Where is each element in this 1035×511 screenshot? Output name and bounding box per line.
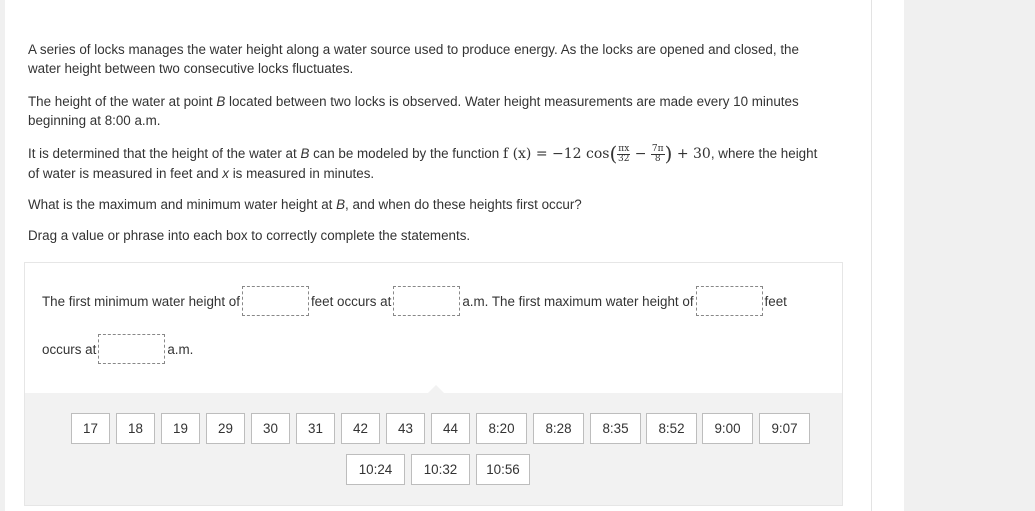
frac-num: πx [617,143,631,155]
tile-19[interactable]: 19 [161,413,200,444]
text: , and when do these heights first occur? [345,197,582,212]
question-stem: A series of locks manages the water heig… [28,40,828,259]
paragraph-question: What is the maximum and minimum water he… [28,195,828,214]
bank-pointer [427,385,445,394]
text: It is determined that the height of the … [28,146,301,161]
variable-b: B [336,197,346,212]
drop-zone-min-height[interactable] [241,286,309,316]
tile-8-28[interactable]: 8:28 [533,413,584,444]
fraction-7pi-over-8: 7π 8 [650,143,665,164]
function-formula: f (x) = −12 cos(πx 32 − 7π 8) + 30 [502,141,711,166]
minus-sign: − [634,146,647,162]
variable-x: x [222,166,229,181]
paragraph-point-b: The height of the water at point B locat… [28,92,828,130]
frac-den: 8 [654,153,661,164]
tile-29[interactable]: 29 [206,413,245,444]
text: can be modeled by the function [309,146,503,161]
text: What is the maximum and minimum water he… [28,197,337,212]
statement-text: feet [764,293,787,309]
drop-zone-max-time[interactable] [98,334,166,364]
text: The height of the water at point [28,94,217,109]
statement-text: The first minimum water height of [42,293,240,309]
tile-31[interactable]: 31 [296,413,335,444]
tile-8-35[interactable]: 8:35 [590,413,641,444]
drop-zone-max-height[interactable] [695,286,763,316]
text: is measured in minutes. [228,166,375,181]
tile-10-24[interactable]: 10:24 [346,454,405,485]
paragraph-function: It is determined that the height of the … [28,144,828,183]
statement-text: occurs at [42,341,97,357]
tile-10-32[interactable]: 10:32 [411,454,470,485]
tile-9-07[interactable]: 9:07 [759,413,810,444]
instruction-text: Drag a value or phrase into each box to … [28,228,471,243]
tile-8-20[interactable]: 8:20 [476,413,527,444]
tile-8-52[interactable]: 8:52 [646,413,697,444]
right-gutter [871,0,905,511]
statement-line-1: The first minimum water height of feet o… [42,284,787,318]
statement-text: feet occurs at [310,293,392,309]
tile-43[interactable]: 43 [386,413,425,444]
tile-18[interactable]: 18 [116,413,155,444]
fraction-pi-x-over-32: πx 32 [617,143,631,164]
formula-rhs: + 30 [676,146,711,162]
statement-text: a.m. [167,341,194,357]
formula-lhs: f (x) = −12 cos [502,146,610,162]
tile-42[interactable]: 42 [341,413,380,444]
tile-17[interactable]: 17 [71,413,110,444]
statement-text: a.m. The first maximum water height of [462,293,694,309]
paragraph-locks: A series of locks manages the water heig… [28,42,799,76]
tile-9-00[interactable]: 9:00 [702,413,753,444]
drop-zone-min-time[interactable] [393,286,461,316]
variable-b: B [216,94,226,109]
tile-10-56[interactable]: 10:56 [476,454,530,485]
frac-den: 32 [618,153,630,164]
tile-44[interactable]: 44 [431,413,470,444]
tile-30[interactable]: 30 [251,413,290,444]
answer-tile-bank: 17 18 19 29 30 31 42 43 44 8:20 8:28 8:3… [24,385,843,506]
statement-area: The first minimum water height of feet o… [24,262,843,394]
frac-num: 7π [650,143,665,155]
right-side-panel [904,0,1035,511]
statement-line-2: occurs at a.m. [42,332,193,366]
